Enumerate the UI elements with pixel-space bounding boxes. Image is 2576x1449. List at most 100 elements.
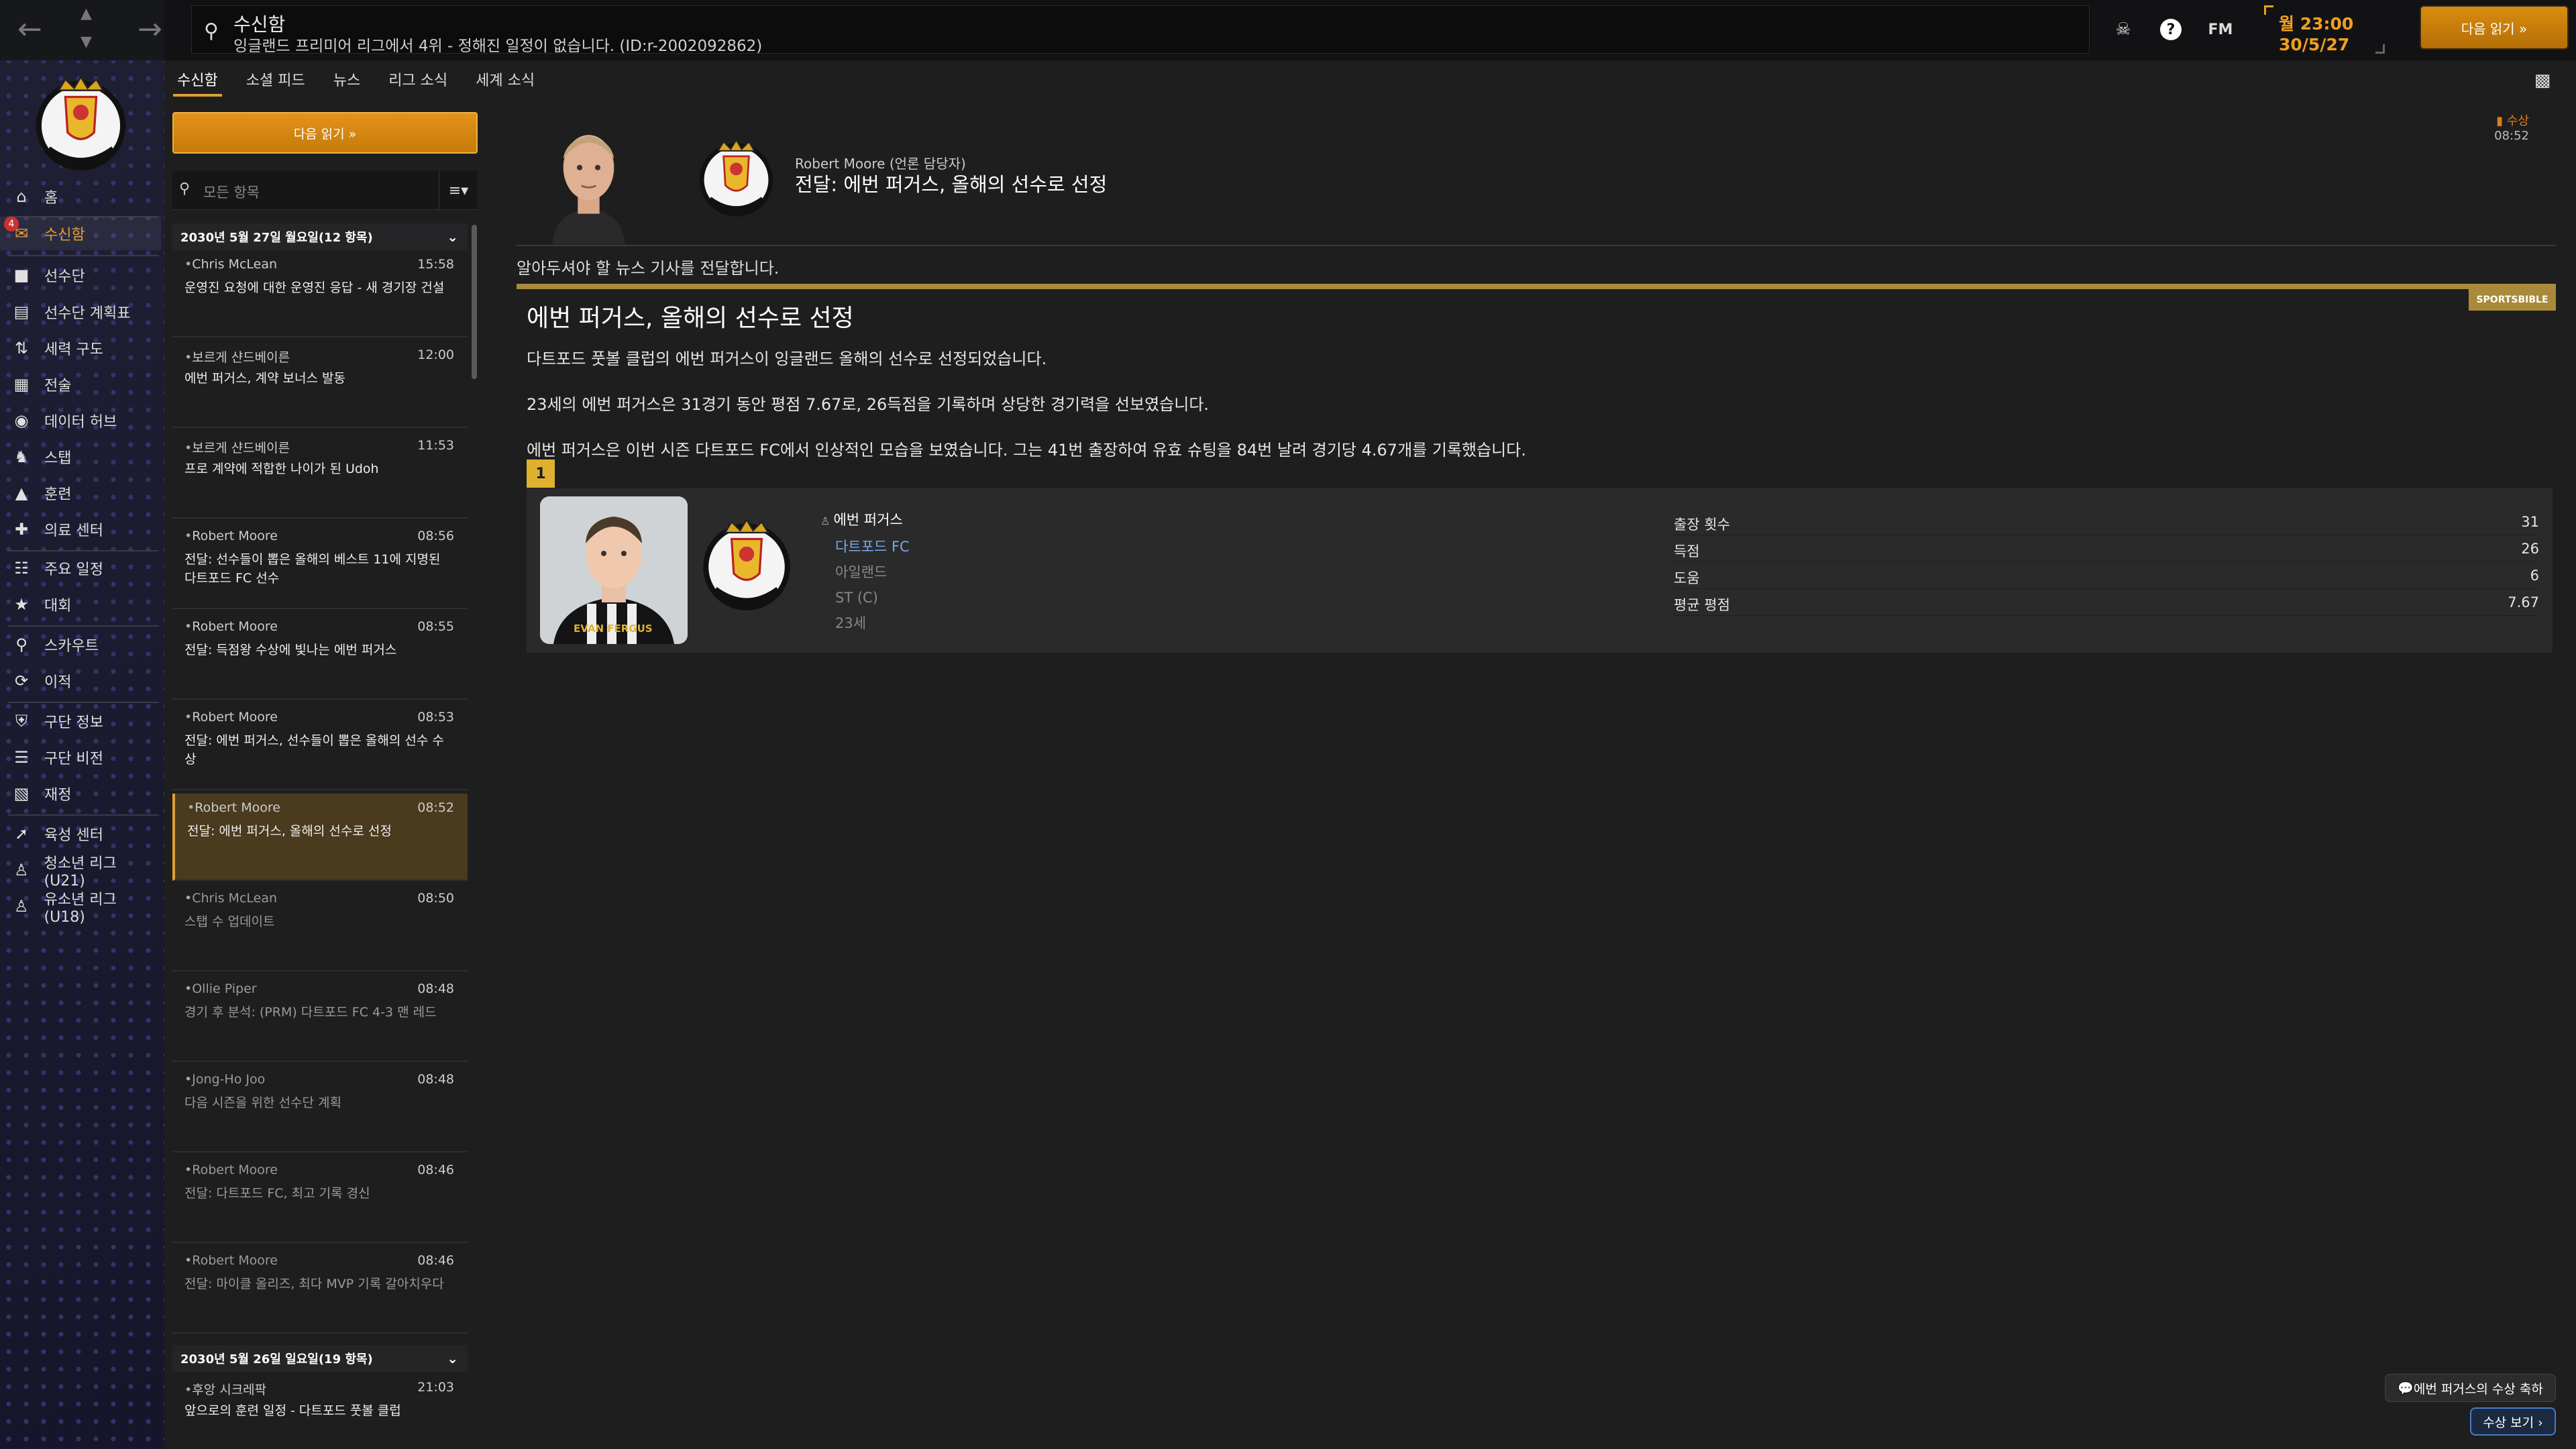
skull-icon[interactable]: ☠ [2110,16,2137,43]
sidebar-item-tactics[interactable]: ▦ 전술 [0,368,161,401]
sidebar-item-squad-planner[interactable]: ▤ 선수단 계획표 [0,295,161,329]
congratulate-button[interactable]: 💬 에번 퍼거스의 수상 축하 [2385,1374,2556,1402]
message-time: 08:52 [2494,129,2529,143]
training-icon: ▲ [15,484,28,502]
staff-icon: ♞ [14,447,29,466]
screenshot-icon[interactable]: ▩ [2529,67,2556,94]
history-up-icon[interactable]: ▲ [80,7,92,21]
club-info-icon: ⛨ [15,712,28,731]
inbox-message[interactable]: Robert Moore08:46전달: 마이클 올리즈, 최다 MVP 기록 … [172,1246,468,1334]
inbox-message[interactable]: Ollie Piper08:48경기 후 분석: (PRM) 다트포드 FC 4… [172,975,468,1062]
article-title: 에번 퍼거스, 올해의 선수로 선정 [527,305,854,332]
sidebar-item-club-info[interactable]: ⛨ 구단 정보 [0,704,161,738]
sidebar-item-home[interactable]: ⌂ 홈 [0,180,161,213]
tab-social-feed[interactable]: 소셜 피드 [242,64,309,94]
home-icon: ⌂ [16,187,27,206]
data-hub-icon: ◉ [14,411,29,430]
group-header[interactable]: 2030년 5월 26일 일요일(19 항목) ⌄ [172,1345,468,1372]
medical-icon: ✚ [14,520,29,539]
sidebar-item-medical[interactable]: ✚ 의료 센터 [0,513,161,546]
tab-world-news[interactable]: 세계 소식 [472,64,539,94]
sidebar-item-competitions[interactable]: ★ 대회 [0,588,161,621]
player-club[interactable]: 다트포드 FC [820,534,910,559]
filter-menu-icon[interactable]: ≡▾ [439,171,478,210]
sidebar-item-u18[interactable]: ♙ 유소년 리그 (U18) [0,890,161,926]
message-view: Robert Moore (언론 담당자) 전달: 에번 퍼거스, 올해의 선수… [517,94,2556,1402]
group-header[interactable]: 2030년 5월 27일 월요일(12 항목) ⌄ [172,223,468,250]
game-date[interactable]: 월 23:00 30/5/27 [2264,5,2385,54]
award-tag: ▮ 수상 [2496,114,2529,128]
inbox-message[interactable]: 후앙 시크레팍21:03앞으로의 훈련 일정 - 다트포드 풋볼 클럽 [172,1373,468,1449]
sidebar-item-inbox[interactable]: ✉ 수신함 [0,217,161,250]
chevron-down-icon: ⌄ [447,229,458,245]
read-next-button[interactable]: 다음 읽기 » [172,112,478,154]
tab-inbox[interactable]: 수신함 [173,64,222,97]
inbox-message-selected[interactable]: Robert Moore08:52전달: 에번 퍼거스, 올해의 선수로 선정 [172,794,468,881]
player-position: ST (C) [835,590,878,606]
date-corner-icon [2264,5,2273,15]
article-paragraph: 다트포드 풋볼 클럽의 에번 퍼거스이 잉글랜드 올해의 선수로 선정되었습니다… [527,350,1047,368]
divider [517,245,2556,246]
sidebar-item-staff[interactable]: ♞ 스탭 [0,440,161,474]
chevron-down-icon: ⌄ [447,1350,458,1366]
list-scrollbar[interactable] [472,225,477,379]
page-subtitle: 잉글랜드 프리미어 리그에서 4위 - 정해진 일정이 없습니다. (ID:r-… [233,38,763,55]
inbox-message[interactable]: 보르게 샨드베이른11:53프로 계약에 적합한 나이가 된 Udoh [172,431,468,519]
search-icon: ⚲ [179,180,191,197]
club-vision-icon: ☰ [14,748,29,767]
fm-menu-button[interactable]: FM [2207,16,2234,43]
sidebar-item-finances[interactable]: ▧ 재정 [0,777,161,810]
message-intro: 알아두셔야 할 뉴스 기사를 전달합니다. [517,259,780,278]
player-photo[interactable]: EVAN FERGUS [540,496,688,644]
inbox-message[interactable]: Robert Moore08:55전달: 득점왕 수상에 빛나는 에번 퍼거스 [172,612,468,700]
history-down-icon[interactable]: ▼ [80,35,92,50]
nav-controls: ← ▲ ▼ → [0,0,164,60]
continue-button[interactable]: 다음 읽기 » [2420,5,2569,50]
date-time: 월 23:00 [2279,14,2354,34]
club-crest-icon[interactable] [25,64,136,174]
message-headline: 전달: 에번 퍼거스, 올해의 선수로 선정 [795,173,1108,196]
filter-input[interactable]: 모든 항목 [203,182,260,202]
inbox-message[interactable]: Robert Moore08:46전달: 다트포드 FC, 최고 기록 경신 [172,1156,468,1243]
club-crest-icon[interactable] [693,502,800,619]
sidebar-item-scouting[interactable]: ⚲ 스카우트 [0,628,161,661]
sidebar-item-training[interactable]: ▲ 훈련 [0,476,161,510]
hierarchy-icon: ⇅ [14,339,29,358]
forward-arrow-icon[interactable]: → [138,15,162,44]
inbox-message[interactable]: Chris McLean08:50스탭 수 업데이트 [172,884,468,971]
source-badge: SPORTSBIBLE [2469,289,2556,311]
sidebar-item-dynamics[interactable]: ⇅ 세력 구도 [0,331,161,365]
tag-icon: ▮ [2496,114,2507,128]
inbox-message[interactable]: Robert Moore08:53전달: 에번 퍼거스, 선수들이 뽑은 올해의… [172,703,468,790]
inbox-list: 다음 읽기 » ⚲ 모든 항목 ≡▾ 2030년 5월 27일 월요일(12 항… [171,104,483,1449]
tab-news[interactable]: 뉴스 [329,64,364,94]
inbox-message[interactable]: Jong-Ho Joo08:48다음 시즌을 위한 선수단 계획 [172,1065,468,1152]
sidebar-item-squad[interactable]: ■ 선수단 [0,258,161,292]
search-box[interactable]: ⚲ 수신함 잉글랜드 프리미어 리그에서 4위 - 정해진 일정이 없습니다. … [191,5,2090,55]
tab-league-news[interactable]: 리그 소식 [384,64,451,94]
inbox-count-badge: 4 [4,217,19,231]
sidebar-item-development[interactable]: ➚ 육성 센터 [0,817,161,851]
view-award-button[interactable]: 수상 보기 › [2470,1407,2556,1436]
sidebar: ← ▲ ▼ → ⌂ 홈 ✉ 수신함 4 ■ 선수단 ▤ 선수단 계획표 ⇅ 세력 구도 ▦… [0,0,164,1449]
author-portrait[interactable] [543,117,634,245]
inbox-message[interactable]: Chris McLean15:58운영진 요청에 대한 운영진 응답 - 새 경… [172,250,468,337]
sidebar-item-u21[interactable]: ♙ 청소년 리그 (U21) [0,853,161,890]
player-nation[interactable]: 아일랜드 [820,559,910,585]
help-icon[interactable]: ? [2160,19,2182,40]
sidebar-item-transfers[interactable]: ⟳ 이적 [0,664,161,698]
date-day: 30/5/27 [2279,35,2350,54]
stat-row: 도움 6 [1674,562,2539,589]
sidebar-item-club-vision[interactable]: ☰ 구단 비전 [0,741,161,774]
sidebar-item-data-hub[interactable]: ◉ 데이터 허브 [0,404,161,437]
transfer-icon: ⟳ [14,672,29,690]
sidebar-item-schedule[interactable]: ☷ 주요 일정 [0,551,161,585]
shirt-icon: ■ [13,266,30,284]
player-name[interactable]: ♙ 에번 퍼거스 [820,507,910,534]
inbox-message[interactable]: 보르게 샨드베이른12:00에번 퍼거스, 계약 보너스 발동 [172,341,468,428]
back-arrow-icon[interactable]: ← [17,15,42,44]
inbox-message[interactable]: Robert Moore08:56전달: 선수들이 뽑은 올해의 베스트 11에… [172,522,468,609]
u21-icon: ♙ [14,861,29,879]
calendar-icon: ☷ [14,559,29,578]
speech-bubble-icon: 💬 [2398,1381,2414,1396]
